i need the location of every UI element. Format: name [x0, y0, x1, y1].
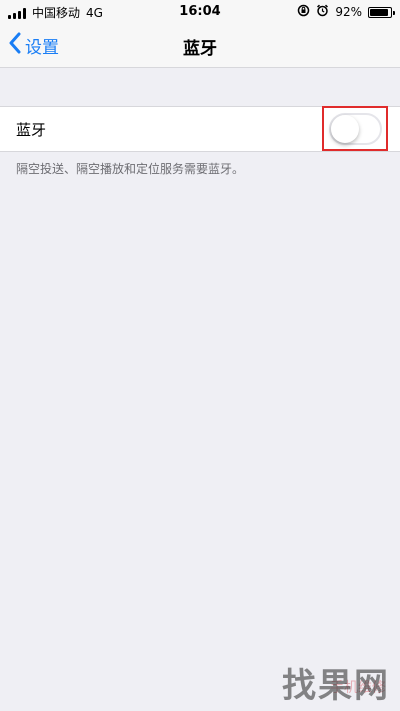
bluetooth-toggle[interactable]	[329, 113, 382, 145]
rotation-lock-icon	[297, 4, 310, 20]
navigation-bar: 设置 蓝牙	[0, 24, 400, 68]
status-bar: 中国移动 4G 16:04 92%	[0, 0, 400, 24]
watermark-text: 找果网	[282, 666, 390, 706]
toggle-knob	[331, 115, 359, 143]
watermark-logo: 手机维修 找果网	[260, 666, 390, 707]
battery-fill	[370, 8, 388, 16]
bluetooth-row-label: 蓝牙	[16, 121, 47, 139]
status-right: 92%	[297, 4, 395, 20]
battery-icon	[368, 6, 395, 18]
bluetooth-footer-note: 隔空投送、隔空播放和定位服务需要蓝牙。	[16, 162, 245, 176]
battery-percent: 92%	[335, 5, 362, 19]
alarm-icon	[316, 4, 329, 20]
page-title: 蓝牙	[183, 39, 217, 59]
